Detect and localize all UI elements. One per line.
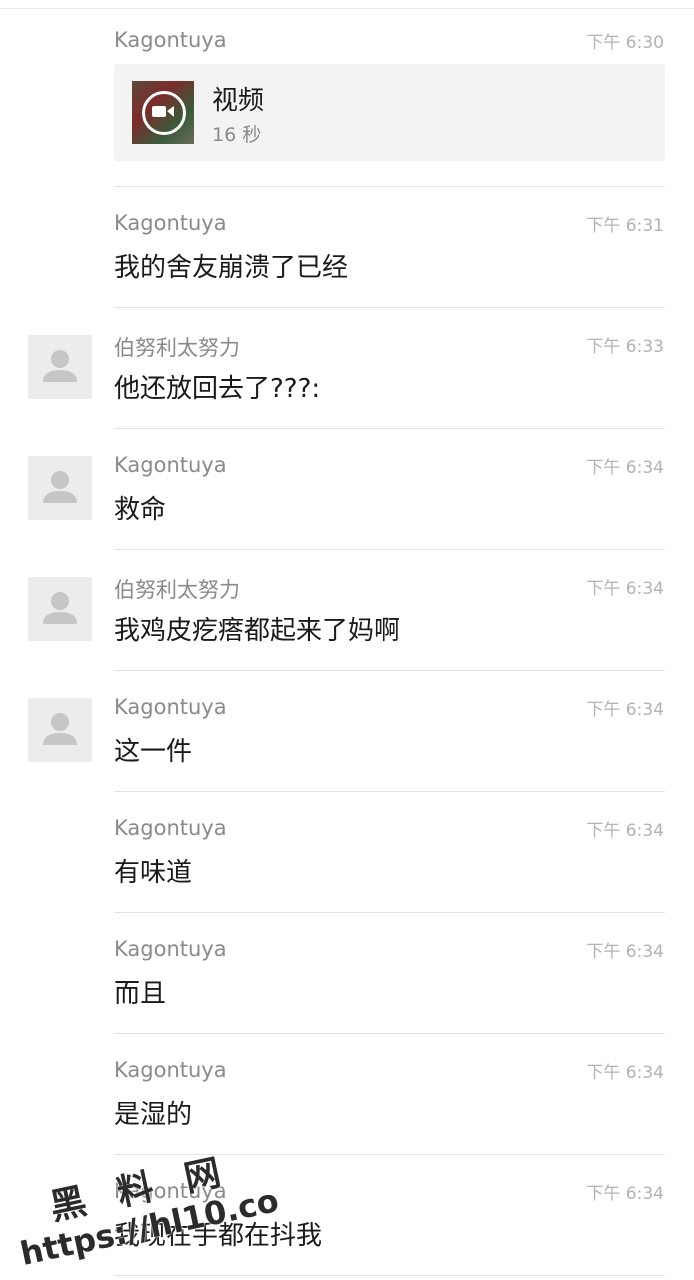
video-thumbnail[interactable] xyxy=(132,81,194,144)
default-avatar-icon xyxy=(43,592,77,624)
message-text: 救命 xyxy=(114,495,167,525)
default-avatar-icon xyxy=(43,471,77,503)
avatar[interactable] xyxy=(28,577,92,641)
message-time: 下午 6:31 xyxy=(586,216,664,236)
sender-name: Kagontuya xyxy=(114,211,227,235)
message-item[interactable]: Kagontuya 下午 6:30 视频 16 秒 xyxy=(0,0,694,187)
message-item[interactable]: Kagontuya 下午 6:31 我的舍友崩溃了已经 xyxy=(0,187,694,308)
sender-name: Kagontuya xyxy=(114,1179,227,1203)
avatar[interactable] xyxy=(28,698,92,762)
default-avatar-icon xyxy=(43,713,77,745)
message-item[interactable]: Kagontuya 下午 6:34 是湿的 xyxy=(0,1034,694,1155)
message-text: 我现在手都在抖我 xyxy=(114,1221,323,1251)
message-divider xyxy=(114,1275,665,1276)
sender-name: 伯努利太努力 xyxy=(114,578,240,602)
message-time: 下午 6:30 xyxy=(586,33,664,53)
message-time: 下午 6:33 xyxy=(586,337,664,357)
avatar[interactable] xyxy=(28,456,92,520)
message-text: 他还放回去了???: xyxy=(114,374,321,404)
message-item[interactable]: Kagontuya 下午 6:34 有味道 xyxy=(0,792,694,913)
message-time: 下午 6:34 xyxy=(586,1063,664,1083)
message-text: 我鸡皮疙瘩都起来了妈啊 xyxy=(114,616,401,646)
video-duration: 16 秒 xyxy=(212,124,262,146)
message-time: 下午 6:34 xyxy=(586,1184,664,1204)
message-item[interactable]: Kagontuya 下午 6:34 而且 xyxy=(0,913,694,1034)
message-text: 而且 xyxy=(114,979,167,1009)
message-time: 下午 6:34 xyxy=(586,458,664,478)
sender-name: Kagontuya xyxy=(114,1058,227,1082)
message-time: 下午 6:34 xyxy=(586,700,664,720)
sender-name: Kagontuya xyxy=(114,937,227,961)
sender-name: Kagontuya xyxy=(114,816,227,840)
sender-name: Kagontuya xyxy=(114,695,227,719)
message-time: 下午 6:34 xyxy=(586,942,664,962)
message-item[interactable]: Kagontuya 下午 6:34 这一件 xyxy=(0,671,694,792)
message-text: 是湿的 xyxy=(114,1100,193,1130)
sender-name: 伯努利太努力 xyxy=(114,336,240,360)
default-avatar-icon xyxy=(43,350,77,382)
video-message-card[interactable]: 视频 16 秒 xyxy=(114,64,665,161)
message-time: 下午 6:34 xyxy=(586,821,664,841)
message-text: 这一件 xyxy=(114,737,193,767)
message-item[interactable]: Kagontuya 下午 6:34 我现在手都在抖我 xyxy=(0,1155,694,1276)
sender-name: Kagontuya xyxy=(114,28,227,52)
message-item[interactable]: 伯努利太努力 下午 6:33 他还放回去了???: xyxy=(0,308,694,429)
message-text: 我的舍友崩溃了已经 xyxy=(114,253,349,283)
message-item[interactable]: Kagontuya 下午 6:34 救命 xyxy=(0,429,694,550)
message-item[interactable]: 伯努利太努力 下午 6:34 我鸡皮疙瘩都起来了妈啊 xyxy=(0,550,694,671)
sender-name: Kagontuya xyxy=(114,453,227,477)
message-text: 有味道 xyxy=(114,858,193,888)
video-camera-icon xyxy=(142,91,186,135)
video-title: 视频 xyxy=(212,86,265,116)
avatar[interactable] xyxy=(28,335,92,399)
message-time: 下午 6:34 xyxy=(586,579,664,599)
